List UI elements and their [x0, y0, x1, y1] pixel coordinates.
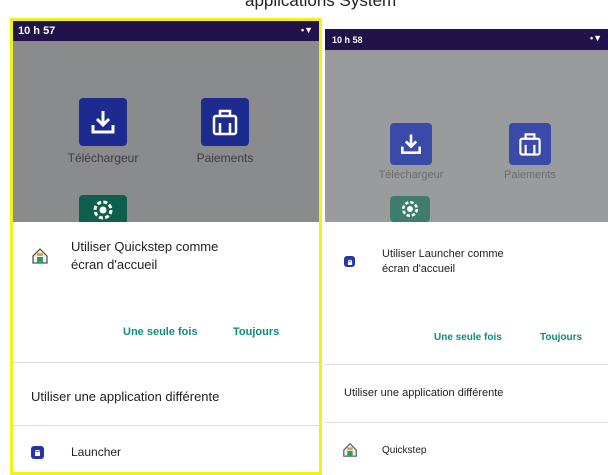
home-screen-dimmed: Téléchargeur Paiements [325, 50, 608, 222]
alt-app-label: Launcher [71, 445, 122, 459]
chooser-title-row: Utiliser Quickstep comme écran d'accueil [31, 238, 319, 273]
launcher-icon [31, 445, 44, 459]
phone-screenshot-right: 10 h 58 •▼ Téléchargeur Paiements Utilis… [325, 29, 608, 475]
status-time: 10 h 58 [332, 35, 363, 45]
once-button[interactable]: Une seule fois [434, 332, 502, 343]
alt-app-label: Quickstep [382, 444, 427, 456]
chooser-title: Utiliser Quickstep comme écran d'accueil [71, 239, 219, 272]
app-settings[interactable] [390, 196, 430, 222]
always-button[interactable]: Toujours [233, 326, 279, 338]
launcher-icon [344, 256, 355, 268]
signal-icon: •▼ [300, 25, 313, 35]
app-label: Paiements [504, 169, 556, 181]
app-label: Téléchargeur [378, 169, 444, 181]
download-icon [390, 123, 432, 165]
app-paiements[interactable]: Paiements [490, 123, 570, 181]
divider [325, 364, 608, 365]
quickstep-home-icon [342, 442, 358, 458]
divider [13, 362, 319, 363]
home-screen-dimmed: Téléchargeur Paiements [13, 41, 319, 225]
once-button[interactable]: Une seule fois [123, 326, 198, 338]
other-app-heading: Utiliser une application différente [344, 387, 504, 399]
wallet-icon [201, 98, 249, 146]
quickstep-home-icon [31, 247, 49, 265]
alt-app-row[interactable]: Launcher [31, 445, 319, 459]
always-button[interactable]: Toujours [540, 332, 582, 343]
divider [13, 425, 319, 426]
gear-icon [79, 195, 127, 225]
status-bar: 10 h 58 •▼ [325, 29, 608, 50]
phone-screenshot-left: 10 h 57 •▼ Téléchargeur Paiements Utilis… [10, 18, 322, 475]
status-bar: 10 h 57 •▼ [13, 21, 319, 41]
signal-icon: •▼ [589, 33, 602, 43]
other-app-heading: Utiliser une application différente [31, 389, 220, 404]
home-app-chooser-sheet: Utiliser Quickstep comme écran d'accueil… [13, 222, 319, 472]
top-caption: applications System [245, 0, 397, 10]
app-paiements[interactable]: Paiements [180, 98, 270, 165]
alt-app-row[interactable]: Quickstep [342, 442, 608, 458]
home-app-chooser-sheet: Utiliser Launcher comme écran d'accueil … [325, 222, 608, 475]
download-icon [79, 98, 127, 146]
wallet-icon [509, 123, 551, 165]
chooser-title-row: Utiliser Launcher comme écran d'accueil [344, 247, 608, 277]
app-telechargeur[interactable]: Téléchargeur [371, 123, 451, 181]
status-time: 10 h 57 [18, 25, 56, 37]
divider [325, 422, 608, 423]
app-telechargeur[interactable]: Téléchargeur [58, 98, 148, 165]
app-settings[interactable] [77, 195, 129, 225]
app-label: Téléchargeur [67, 151, 139, 165]
chooser-title: Utiliser Launcher comme écran d'accueil [382, 248, 504, 275]
app-label: Paiements [196, 151, 254, 165]
gear-icon [390, 196, 430, 222]
